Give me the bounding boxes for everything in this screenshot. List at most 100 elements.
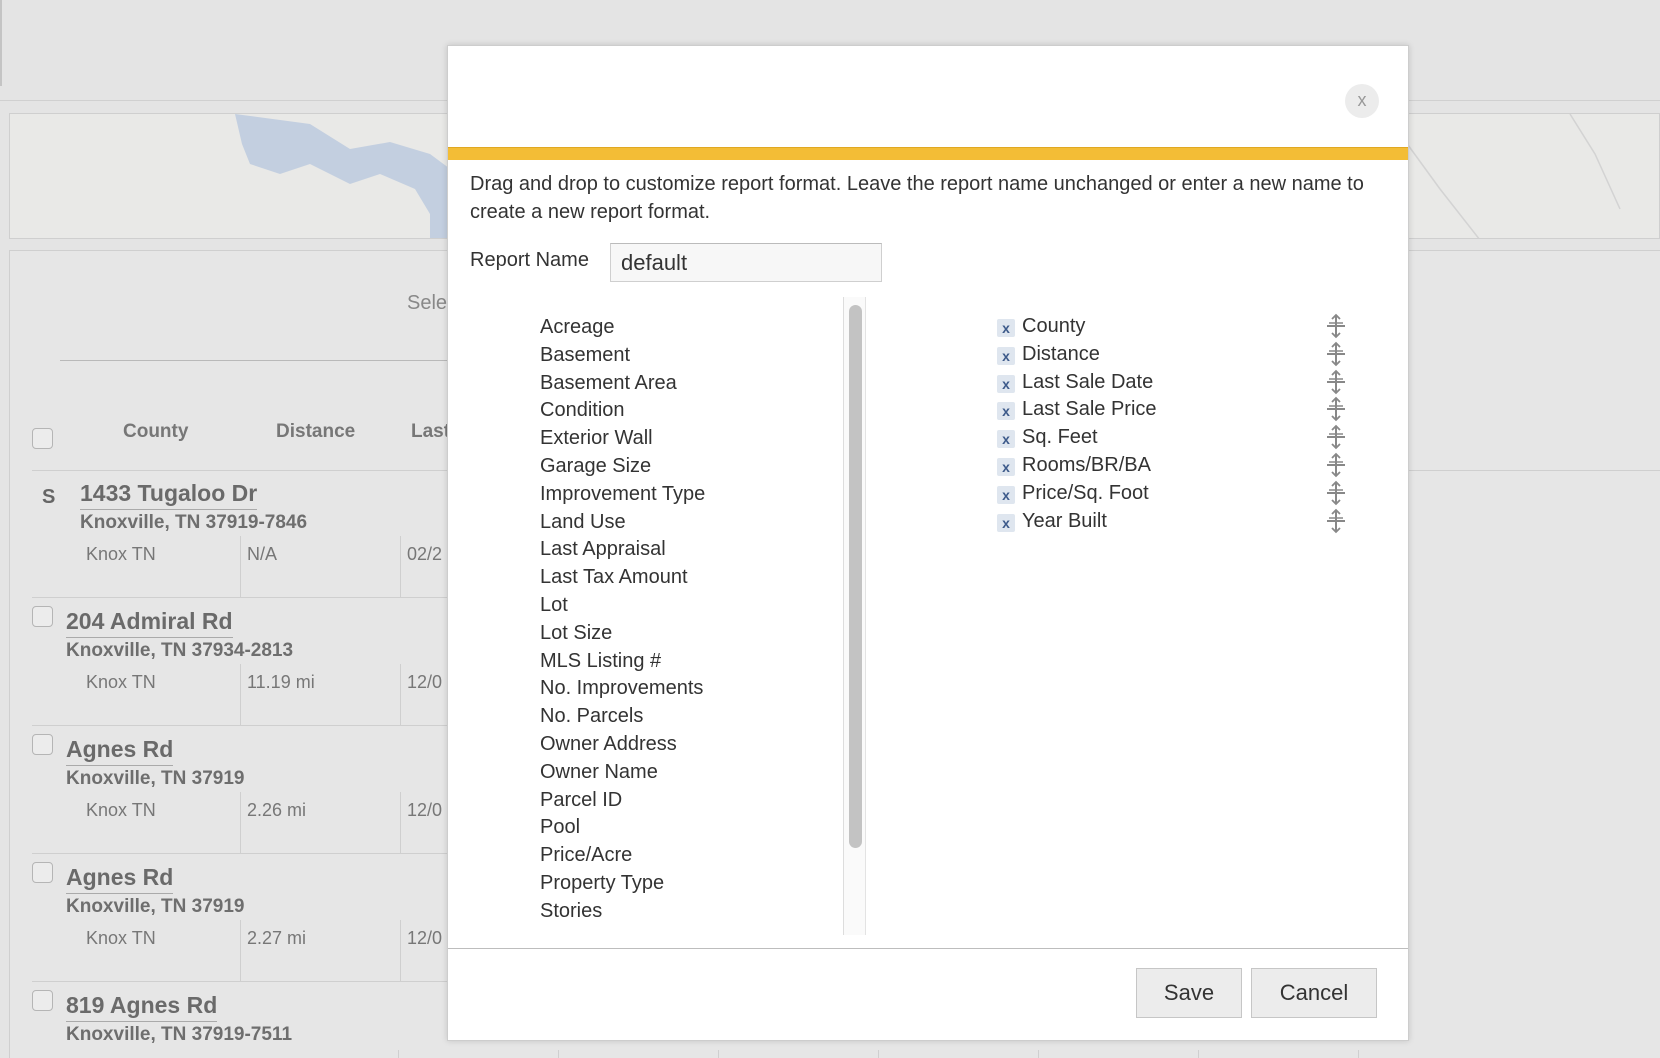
dialog-footer-divider	[448, 948, 1408, 949]
available-field-item[interactable]: Condition	[540, 399, 625, 422]
selected-field-item[interactable]: x Year Built	[997, 508, 1347, 536]
selected-field-label: Last Sale Date	[1022, 370, 1154, 393]
table-column-ticks	[398, 1050, 1360, 1058]
report-name-input[interactable]	[610, 243, 882, 282]
available-fields-scrollbar[interactable]	[844, 297, 866, 935]
listing-address-link[interactable]: 819 Agnes Rd	[66, 992, 218, 1022]
listing-last: 12/0	[400, 792, 452, 854]
listing-row: S 1433 Tugaloo Dr Knoxville, TN 37919-78…	[32, 470, 452, 598]
column-header-last[interactable]: Last	[411, 421, 450, 443]
customize-report-dialog: x Drag and drop to customize report form…	[447, 45, 1409, 1041]
selected-field-item[interactable]: x Distance	[997, 341, 1347, 369]
available-field-item[interactable]: Lot	[540, 594, 568, 617]
selected-field-item[interactable]: x Rooms/BR/BA	[997, 452, 1347, 480]
remove-field-icon[interactable]: x	[997, 374, 1015, 393]
listing-checkbox[interactable]	[32, 862, 53, 883]
listing-checkbox[interactable]	[32, 990, 53, 1011]
listing-address-link[interactable]: 204 Admiral Rd	[66, 608, 233, 638]
available-field-item[interactable]: Parcel ID	[540, 789, 622, 812]
selected-field-item[interactable]: x Sq. Feet	[997, 424, 1347, 452]
listing-city: Knoxville, TN 37919	[66, 896, 245, 917]
drag-handle-icon[interactable]	[1325, 341, 1347, 367]
drag-handle-icon[interactable]	[1325, 396, 1347, 422]
listing-address-link[interactable]: Agnes Rd	[66, 864, 174, 894]
available-field-item[interactable]: Last Appraisal	[540, 538, 666, 561]
select-all-checkbox[interactable]	[32, 428, 53, 449]
listing-county: Knox TN	[86, 544, 156, 564]
selected-field-label: Distance	[1022, 342, 1100, 365]
selected-field-label: Sq. Feet	[1022, 426, 1098, 449]
drag-handle-icon[interactable]	[1325, 424, 1347, 450]
remove-field-icon[interactable]: x	[997, 402, 1015, 421]
selected-field-label: Rooms/BR/BA	[1022, 454, 1151, 476]
panel-divider	[60, 360, 480, 361]
report-name-label: Report Name	[470, 249, 589, 271]
available-field-item[interactable]: Owner Address	[540, 733, 677, 756]
column-header-distance[interactable]: Distance	[276, 421, 355, 443]
remove-field-icon[interactable]: x	[997, 485, 1015, 504]
listing-checkbox[interactable]	[32, 606, 53, 627]
listing-checkbox[interactable]	[32, 734, 53, 755]
available-field-item[interactable]: Land Use	[540, 511, 626, 534]
panel-divider-right	[1408, 470, 1660, 471]
save-button[interactable]: Save	[1136, 968, 1242, 1018]
available-field-item[interactable]: Garage Size	[540, 455, 651, 478]
listing-last: 12/0	[400, 920, 452, 982]
available-field-item[interactable]: Property Type	[540, 872, 664, 895]
listing-city: Knoxville, TN 37934-2813	[66, 640, 294, 661]
available-field-item[interactable]: Improvement Type	[540, 483, 705, 506]
dialog-accent-bar	[448, 147, 1408, 160]
remove-field-icon[interactable]: x	[997, 458, 1015, 476]
drag-handle-icon[interactable]	[1325, 508, 1347, 534]
scrollbar-thumb[interactable]	[849, 305, 862, 848]
selected-field-label: Year Built	[1022, 509, 1107, 532]
listing-last: 12/0	[400, 664, 452, 726]
selected-field-item[interactable]: x Last Sale Date	[997, 369, 1347, 397]
available-fields-list[interactable]: Acreage Basement Basement Area Condition Ext…	[470, 297, 844, 935]
listing-county: Knox TN	[86, 800, 156, 820]
available-field-item[interactable]: Acreage	[540, 316, 615, 339]
selected-field-label: Last Sale Price	[1022, 398, 1157, 421]
available-field-item[interactable]: Stories	[540, 900, 602, 923]
remove-field-icon[interactable]: x	[997, 346, 1015, 365]
available-field-item[interactable]: Basement Area	[540, 372, 677, 395]
subject-marker: S	[42, 486, 56, 508]
listing-row: 204 Admiral Rd Knoxville, TN 37934-2813 …	[32, 598, 452, 726]
available-field-item[interactable]: Price/Acre	[540, 844, 632, 867]
drag-handle-icon[interactable]	[1325, 480, 1347, 506]
drag-handle-icon[interactable]	[1325, 452, 1347, 478]
available-field-item[interactable]: Last Tax Amount	[540, 566, 688, 589]
available-field-item[interactable]: Owner Name	[540, 761, 658, 784]
drag-handle-icon[interactable]	[1325, 369, 1347, 395]
listing-distance: 11.19 mi	[240, 664, 400, 726]
available-field-item[interactable]: No. Improvements	[540, 677, 703, 700]
listing-distance: 2.26 mi	[240, 792, 400, 854]
remove-field-icon[interactable]: x	[997, 319, 1015, 337]
remove-field-icon[interactable]: x	[997, 430, 1015, 449]
listing-address-link[interactable]: 1433 Tugaloo Dr	[80, 480, 258, 510]
column-header-county[interactable]: County	[123, 421, 188, 443]
selected-field-label: Price/Sq. Foot	[1022, 481, 1149, 504]
available-field-item[interactable]: Basement	[540, 344, 630, 367]
select-prompt-text: Sele	[407, 292, 448, 314]
listing-county: Knox TN	[86, 928, 156, 948]
listing-row: 819 Agnes Rd Knoxville, TN 37919-7511	[32, 982, 452, 1058]
available-field-item[interactable]: Exterior Wall	[540, 427, 653, 450]
available-field-item[interactable]: MLS Listing #	[540, 650, 661, 673]
listing-city: Knoxville, TN 37919	[66, 768, 245, 789]
listing-city: Knoxville, TN 37919-7511	[66, 1024, 293, 1045]
selected-field-item[interactable]: x Last Sale Price	[997, 396, 1347, 424]
listing-row: Agnes Rd Knoxville, TN 37919 Knox TN 2.2…	[32, 726, 452, 854]
available-field-item[interactable]: Pool	[540, 816, 580, 839]
selected-field-item[interactable]: x County	[997, 313, 1347, 341]
available-field-item[interactable]: Lot Size	[540, 622, 612, 645]
listing-county: Knox TN	[86, 672, 156, 692]
available-field-item[interactable]: No. Parcels	[540, 705, 643, 728]
close-icon[interactable]: x	[1345, 84, 1379, 118]
listing-address-link[interactable]: Agnes Rd	[66, 736, 174, 766]
cancel-button[interactable]: Cancel	[1251, 968, 1377, 1018]
drag-handle-icon[interactable]	[1325, 313, 1347, 339]
selected-field-item[interactable]: x Price/Sq. Foot	[997, 480, 1347, 508]
listing-city: Knoxville, TN 37919-7846	[80, 512, 308, 533]
remove-field-icon[interactable]: x	[997, 513, 1015, 532]
